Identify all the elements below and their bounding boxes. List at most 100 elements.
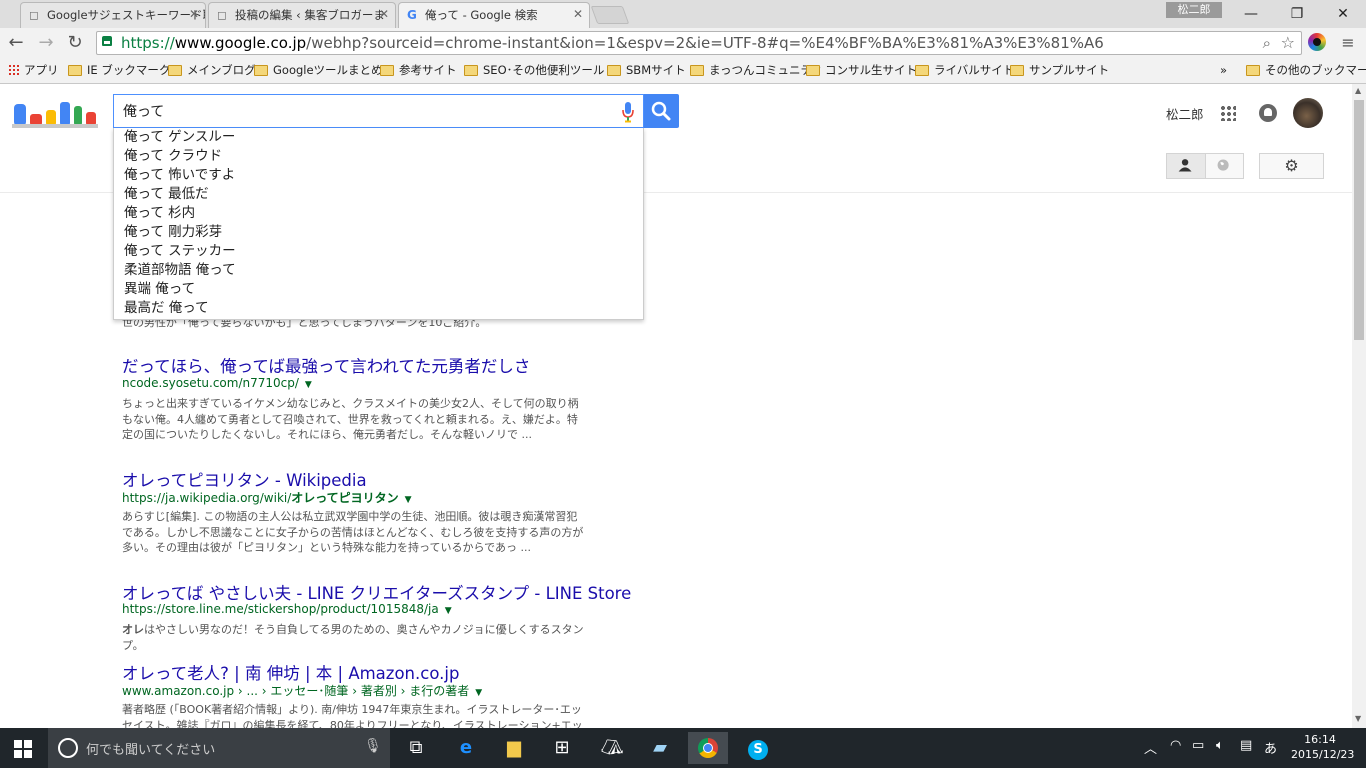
close-window-icon[interactable]: ✕ xyxy=(1320,0,1366,28)
dropdown-arrow-icon[interactable]: ▼ xyxy=(445,606,452,616)
star-icon[interactable]: ☆ xyxy=(1281,32,1295,54)
zoom-search-icon[interactable]: ⌕ xyxy=(1263,32,1271,54)
folder-icon xyxy=(254,65,268,76)
tab-google-search[interactable]: G 俺って - Google 検索 ✕ xyxy=(398,2,590,28)
profile-badge[interactable]: 松二郎 xyxy=(1166,2,1222,18)
clock-time: 16:14 xyxy=(1304,733,1336,746)
account-name[interactable]: 松二郎 xyxy=(1166,104,1204,123)
suggestion-item[interactable]: 俺って 怖いですよ xyxy=(124,166,235,185)
result-title-link[interactable]: オレってば やさしい夫 - LINE クリエイターズスタンプ - LINE St… xyxy=(122,580,631,604)
forward-arrow-icon[interactable]: → xyxy=(34,32,58,54)
bookmark-folder[interactable]: 参考サイト xyxy=(380,62,457,78)
bookmark-folder[interactable]: ライバルサイト xyxy=(915,62,1014,78)
scroll-up-icon[interactable]: ▲ xyxy=(1355,86,1361,95)
extension-icon[interactable] xyxy=(1308,33,1326,51)
skype-icon[interactable]: S xyxy=(738,732,778,764)
search-input[interactable] xyxy=(123,101,603,121)
close-icon[interactable]: ✕ xyxy=(573,7,583,21)
apps-grid-icon[interactable] xyxy=(1220,105,1236,121)
scrollbar-thumb[interactable] xyxy=(1354,100,1364,340)
restore-icon[interactable]: ❐ xyxy=(1274,0,1320,28)
reload-icon[interactable]: ↻ xyxy=(63,32,87,54)
new-tab-button[interactable] xyxy=(590,6,630,24)
store-icon[interactable]: ⊞ xyxy=(542,732,582,764)
action-center-icon[interactable]: ▤ xyxy=(1240,738,1252,753)
settings-gear-icon[interactable]: ⚙ xyxy=(1259,153,1324,179)
result-snippet: 著者略歴 (「BOOK著者紹介情報」より). 南/伸坊 1947年東京生まれ。イ… xyxy=(122,703,583,728)
folder-icon xyxy=(380,65,394,76)
taskbar-clock[interactable]: 16:14 2015/12/23 xyxy=(1291,732,1354,762)
search-icon xyxy=(651,101,671,121)
edge-icon[interactable]: e xyxy=(446,732,486,764)
browser-toolbar: ← → ↻ https://www.google.co.jp/webhp?sou… xyxy=(0,28,1366,58)
bookmark-folder[interactable]: サンプルサイト xyxy=(1010,62,1109,78)
chrome-icon[interactable] xyxy=(688,732,728,764)
task-view-icon[interactable]: ⧉ xyxy=(396,732,436,764)
close-icon[interactable]: ✕ xyxy=(379,7,389,21)
hide-personal-results-toggle[interactable] xyxy=(1205,153,1244,179)
microphone-icon[interactable]: 🎙︎ xyxy=(364,738,382,754)
notifications-icon[interactable] xyxy=(1259,104,1277,122)
bookmarks-overflow[interactable]: » xyxy=(1220,62,1227,78)
suggestion-item[interactable]: 異端 俺って xyxy=(124,280,195,299)
suggestion-item[interactable]: 柔道部物語 俺って xyxy=(124,261,236,280)
person-icon xyxy=(1178,159,1192,172)
bookmarks-bar: アプリ IE ブックマーク メインブログ Googleツールまとめ 参考サイト … xyxy=(0,58,1366,84)
result-title-link[interactable]: オレってピヨリタン - Wikipedia xyxy=(122,467,367,491)
folder-icon xyxy=(68,65,82,76)
show-hidden-icons[interactable]: ︿ xyxy=(1144,738,1157,757)
battery-icon[interactable]: ▭ xyxy=(1192,738,1204,753)
bookmark-folder[interactable]: SEO･その他便利ツール xyxy=(464,62,604,78)
volume-icon[interactable]: 🔈︎ xyxy=(1216,738,1224,753)
suggestion-item[interactable]: 俺って クラウド xyxy=(124,147,222,166)
tab-post-edit[interactable]: ◻ 投稿の編集 ‹ 集客ブロガーま ✕ xyxy=(208,2,396,28)
google-doodle-logo[interactable] xyxy=(12,100,98,130)
apps-grid-icon xyxy=(8,64,20,76)
close-icon[interactable]: ✕ xyxy=(189,7,199,21)
taskbar-search[interactable]: 何でも聞いてください 🎙︎ xyxy=(48,728,390,768)
minimize-icon[interactable]: — xyxy=(1228,0,1274,28)
bookmark-apps[interactable]: アプリ xyxy=(8,62,59,78)
notes-icon[interactable]: ▰ xyxy=(640,732,680,764)
suggestion-item[interactable]: 俺って ゲンスルー xyxy=(124,128,235,147)
bookmark-folder[interactable]: メインブログ xyxy=(168,62,256,78)
avatar[interactable] xyxy=(1293,98,1323,128)
wifi-icon[interactable]: ◠ xyxy=(1170,738,1181,753)
file-explorer-icon[interactable]: ▆ xyxy=(494,732,534,764)
back-arrow-icon[interactable]: ← xyxy=(4,32,28,54)
suggestion-item[interactable]: 俺って ステッカー xyxy=(124,242,236,261)
suggestion-item[interactable]: 俺って 剛力彩芽 xyxy=(124,223,222,242)
bookmark-folder[interactable]: SBMサイト xyxy=(607,62,686,78)
tab-google-suggest[interactable]: ◻ Googleサジェストキーワード取 ✕ xyxy=(20,2,206,28)
personal-results-toggle[interactable] xyxy=(1166,153,1206,179)
result-url: ncode.syosetu.com/n7710cp/▼ xyxy=(122,376,312,390)
search-box[interactable] xyxy=(113,94,644,128)
bookmark-other[interactable]: その他のブックマーク xyxy=(1246,62,1366,78)
menu-icon[interactable]: ≡ xyxy=(1336,32,1360,54)
microphone-icon[interactable] xyxy=(621,101,635,123)
search-button[interactable] xyxy=(644,94,679,128)
dropdown-arrow-icon[interactable]: ▼ xyxy=(475,688,482,698)
suggestion-item[interactable]: 俺って 最低だ xyxy=(124,185,209,204)
suggestion-item[interactable]: 最高だ 俺って xyxy=(124,299,209,318)
dropdown-arrow-icon[interactable]: ▼ xyxy=(405,495,412,505)
suggestion-item[interactable]: 俺って 杉内 xyxy=(124,204,195,223)
result-title-link[interactable]: だってほら、俺ってば最強って言われてた元勇者だしさ xyxy=(122,353,530,377)
bookmark-folder[interactable]: コンサル生サイト xyxy=(806,62,917,78)
url-host: www.google.co.jp xyxy=(174,34,307,52)
scroll-down-icon[interactable]: ▼ xyxy=(1355,714,1361,723)
bookmark-folder[interactable]: IE ブックマーク xyxy=(68,62,170,78)
dropdown-arrow-icon[interactable]: ▼ xyxy=(305,380,312,390)
result-title-link[interactable]: オレって老人? | 南 伸坊 | 本 | Amazon.co.jp xyxy=(122,660,459,684)
app-icon[interactable]: ⛺︎ xyxy=(592,732,632,764)
folder-icon xyxy=(168,65,182,76)
windows-start-icon[interactable] xyxy=(14,740,32,758)
bookmark-folder[interactable]: Googleツールまとめ xyxy=(254,62,383,78)
address-bar[interactable]: https://www.google.co.jp/webhp?sourceid=… xyxy=(96,31,1302,55)
folder-icon xyxy=(690,65,704,76)
result-snippet: オレはやさしい男なのだ！そう自負してる男のための、奥さんやカノジョに優しくするス… xyxy=(122,623,584,652)
vertical-scrollbar[interactable]: ▲ ▼ xyxy=(1352,84,1366,728)
tab-title: 俺って - Google 検索 xyxy=(425,8,538,22)
ime-indicator[interactable]: あ xyxy=(1264,738,1277,757)
bookmark-folder[interactable]: まっつんコミュニティ xyxy=(690,62,823,78)
